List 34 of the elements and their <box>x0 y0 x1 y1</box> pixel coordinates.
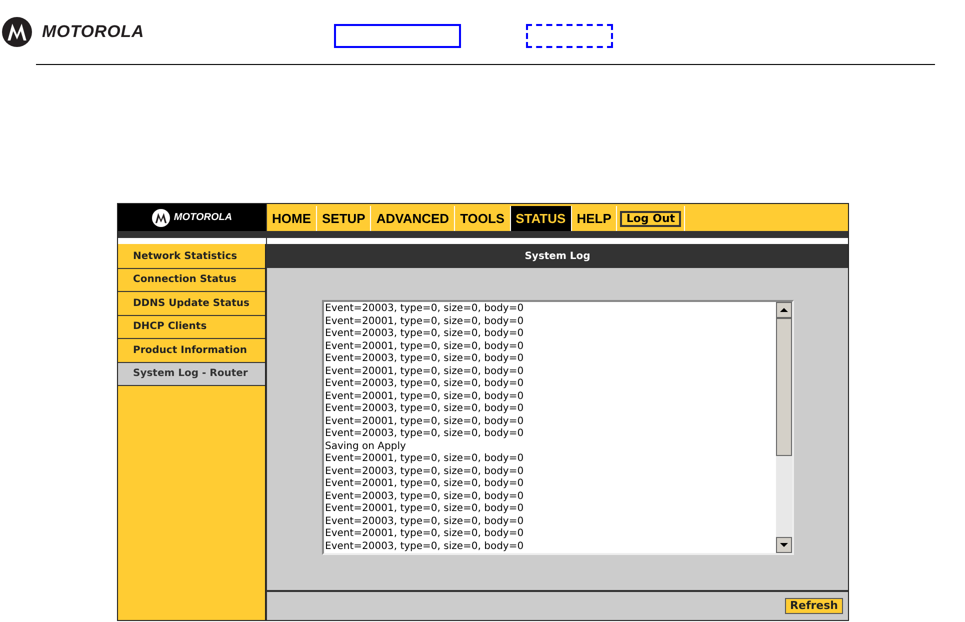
scroll-down-icon[interactable] <box>776 537 792 553</box>
refresh-button[interactable]: Refresh <box>785 598 843 614</box>
log-line: Event=20003, type=0, size=0, body=0 <box>325 353 524 366</box>
log-line: Event=20001, type=0, size=0, body=0 <box>325 366 524 378</box>
log-line: Event=20003, type=0, size=0, body=0 <box>325 428 524 440</box>
batwing-logo-icon <box>152 208 170 226</box>
sidebar-item[interactable]: Connection Status <box>118 268 265 292</box>
nav-tab[interactable]: STATUS <box>510 206 572 231</box>
log-line: Event=20001, type=0, size=0, body=0 <box>325 528 524 540</box>
log-line: Event=20001, type=0, size=0, body=0 <box>325 316 524 328</box>
sidebar-item[interactable]: System Log - Router <box>118 362 265 386</box>
router-brand: MOTOROLA <box>174 211 232 225</box>
log-line: Event=20001, type=0, size=0, body=0 <box>325 478 524 490</box>
brand-wordmark: MOTOROLA <box>42 21 144 44</box>
log-line: Event=20003, type=0, size=0, body=0 <box>325 303 524 316</box>
log-line: Event=20001, type=0, size=0, body=0 <box>325 390 524 403</box>
log-line: Event=20003, type=0, size=0, body=0 <box>325 516 524 528</box>
scroll-up-icon[interactable] <box>776 302 792 318</box>
log-line: Event=20003, type=0, size=0, body=0 <box>325 466 524 478</box>
log-line: Event=20003, type=0, size=0, body=0 <box>325 328 524 340</box>
log-line: Event=20001, type=0, size=0, body=0 <box>325 453 524 466</box>
log-line: Event=20003, type=0, size=0, body=0 <box>325 378 524 390</box>
log-line: Event=20003, type=0, size=0, body=0 <box>325 540 524 553</box>
log-line: Event=20003, type=0, size=0, body=0 <box>325 490 524 503</box>
log-line: Event=20003, type=0, size=0, body=0 <box>325 403 524 416</box>
scroll-thumb[interactable] <box>776 318 792 456</box>
log-line: Event=20001, type=0, size=0, body=0 <box>325 416 524 428</box>
log-line: Event=20001, type=0, size=0, body=0 <box>325 340 524 353</box>
logout-button[interactable]: Log Out <box>620 210 682 226</box>
scrollbar[interactable] <box>776 302 792 553</box>
sidebar-item[interactable]: DHCP Clients <box>118 316 265 339</box>
log-line: Saving on Apply <box>325 440 406 453</box>
log-textarea[interactable] <box>322 300 794 555</box>
log-line: Event=20001, type=0, size=0, body=0 <box>325 503 524 516</box>
